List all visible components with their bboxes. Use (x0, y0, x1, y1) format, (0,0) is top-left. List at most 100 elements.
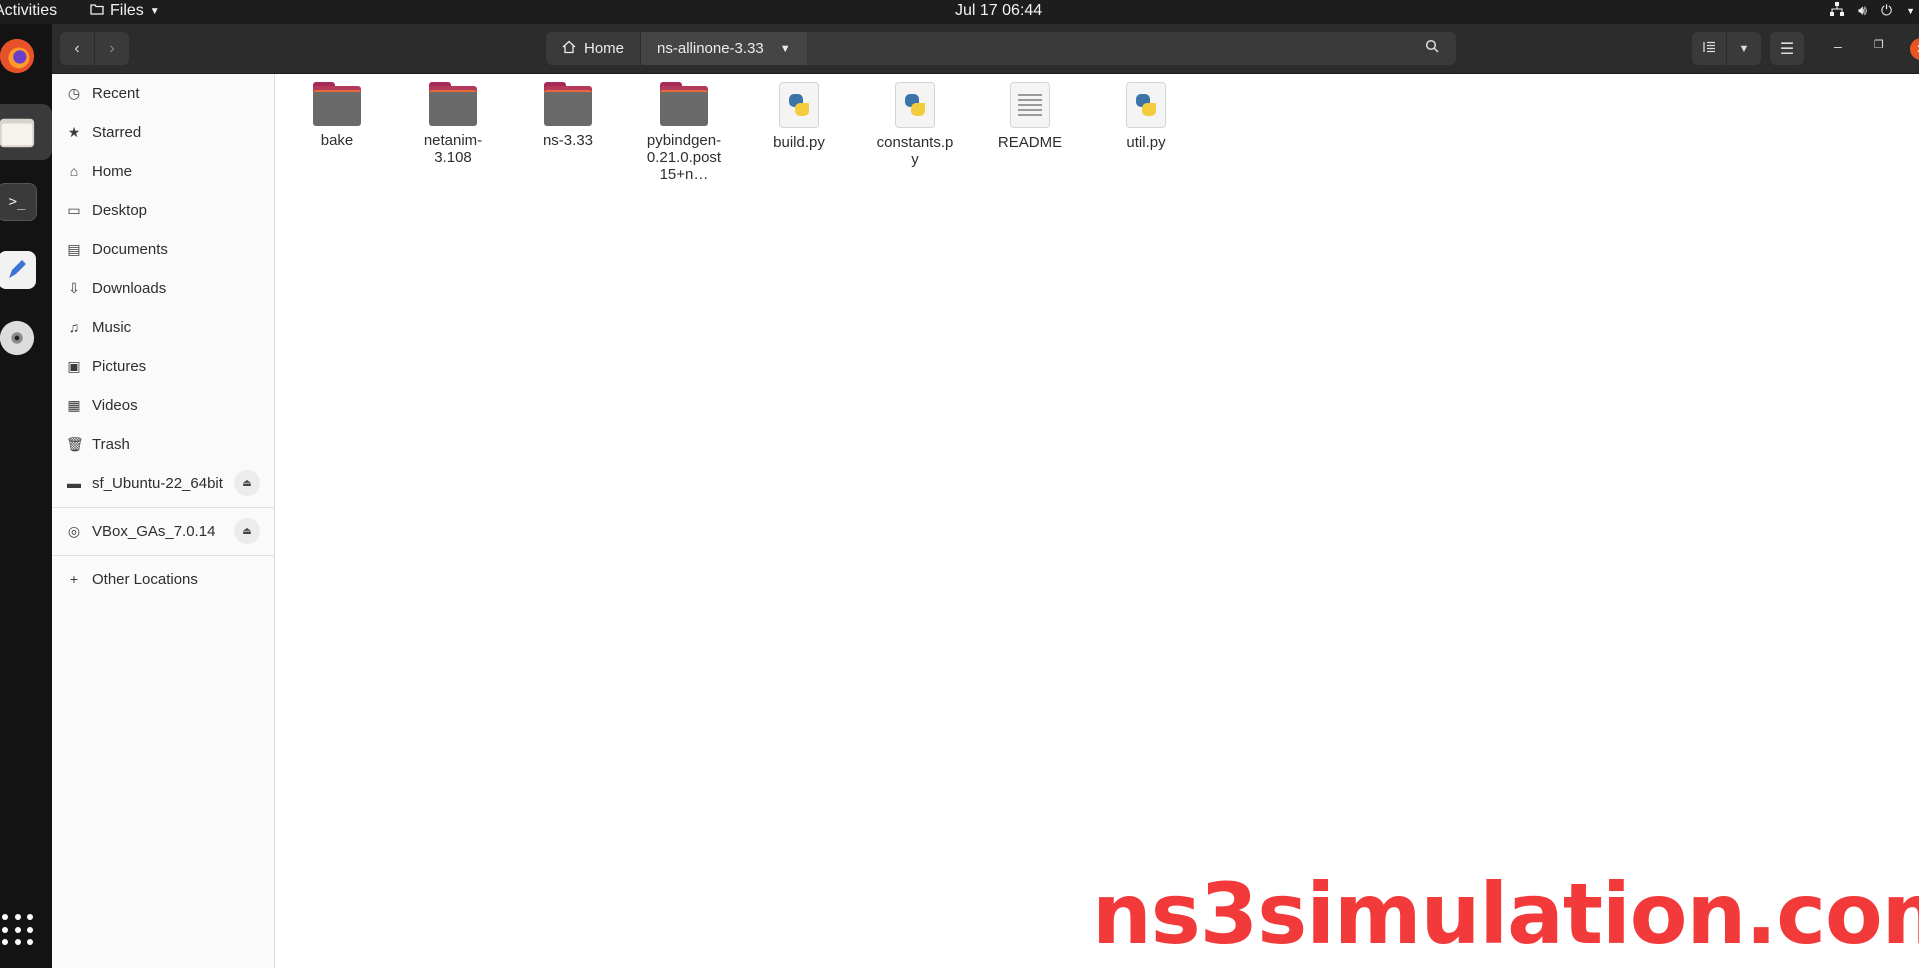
dock-files[interactable] (0, 104, 52, 160)
eject-button[interactable]: ⏏ (234, 518, 260, 544)
folder-icon (429, 82, 477, 126)
drive-icon: ▬ (67, 475, 81, 491)
list-view-icon (1702, 40, 1716, 58)
app-menu[interactable]: Files ▼ (90, 2, 160, 20)
sidebar-item-label: Starred (92, 123, 142, 141)
document-icon: ▤ (67, 240, 81, 257)
sidebar-item-label: Pictures (92, 357, 147, 375)
desktop-icon: ▭ (67, 201, 81, 218)
sidebar-item-label: sf_Ubuntu-22_64bit (92, 474, 223, 492)
watermark: ns3simulation.com (1092, 865, 1919, 963)
python-file-icon (779, 82, 819, 128)
sidebar-item-documents[interactable]: ▤ Documents (52, 230, 274, 268)
eject-button[interactable]: ⏏ (234, 470, 260, 496)
clock[interactable]: Jul 17 06:44 (955, 2, 1042, 20)
sidebar-item-home[interactable]: ⌂ Home (52, 152, 274, 190)
back-button[interactable]: ‹ (60, 32, 94, 65)
search-icon (1425, 39, 1439, 58)
breadcrumb-label: Home (584, 40, 625, 57)
video-icon: ▦ (67, 396, 81, 413)
sidebar-item-label: Trash (92, 435, 130, 453)
picture-icon: ▣ (67, 357, 81, 374)
file-name: ns-3.33 (542, 132, 594, 149)
file-item[interactable]: bake (287, 82, 387, 149)
file-item[interactable]: util.py (1096, 82, 1196, 151)
home-icon (562, 40, 576, 58)
file-item[interactable]: pybindgen-0.21.0.post15+n… (634, 82, 734, 183)
power-icon[interactable]: ⏻ (1881, 2, 1892, 19)
minimize-button[interactable]: – (1834, 38, 1842, 54)
network-icon[interactable] (1830, 2, 1845, 19)
star-icon: ★ (67, 123, 81, 140)
sidebar-item-desktop[interactable]: ▭ Desktop (52, 191, 274, 229)
file-name: README (997, 134, 1063, 151)
sidebar-item-label: Recent (92, 84, 140, 102)
chevron-down-icon: ▼ (149, 5, 160, 17)
disc-icon (0, 319, 36, 357)
close-button[interactable]: ✕ (1910, 38, 1919, 60)
file-name: bake (320, 132, 354, 149)
sidebar-item-videos[interactable]: ▦ Videos (52, 386, 274, 424)
app-menu-label: Files (110, 2, 144, 19)
sidebar-item-label: Desktop (92, 201, 148, 219)
sidebar-item-label: Downloads (92, 279, 167, 297)
file-item[interactable]: netanim-3.108 (403, 82, 503, 166)
firefox-icon (0, 37, 36, 75)
folder-icon (544, 82, 592, 126)
text-editor-icon (0, 251, 36, 289)
sidebar: ◷ Recent ★ Starred ⌂ Home ▭ Desktop ▤ Do… (52, 74, 275, 968)
activities-button[interactable]: Activities (0, 2, 57, 20)
hamburger-icon: ☰ (1779, 40, 1795, 58)
main-menu-button[interactable]: ☰ (1770, 32, 1804, 65)
folder-icon (660, 82, 708, 126)
sidebar-item-other-locations[interactable]: + Other Locations (52, 560, 274, 598)
dock: >_ (0, 24, 52, 968)
volume-icon[interactable]: 🔊︎ (1858, 2, 1867, 19)
terminal-icon: >_ (0, 183, 37, 221)
sidebar-item-label: Home (92, 162, 133, 180)
sidebar-item-drive[interactable]: ▬ sf_Ubuntu-22_64bit ⏏ (52, 464, 274, 502)
chevron-down-icon[interactable]: ▼ (1906, 6, 1915, 16)
text-file-icon (1010, 82, 1050, 128)
breadcrumb-label: ns-allinone-3.33 (657, 40, 764, 57)
sidebar-item-downloads[interactable]: ⇩ Downloads (52, 269, 274, 307)
dock-firefox[interactable] (0, 28, 52, 84)
sidebar-item-label: Other Locations (92, 570, 198, 588)
search-button[interactable] (1415, 32, 1449, 65)
path-bar[interactable]: Home ns-allinone-3.33 ▼ (546, 32, 1456, 65)
sidebar-item-label: Documents (92, 240, 168, 258)
file-view[interactable]: bake netanim-3.108 ns-3.33 pybindgen-0.2… (276, 74, 1919, 968)
show-apps-button[interactable] (2, 914, 36, 948)
trash-icon: 🗑︎ (66, 435, 84, 452)
sidebar-divider (52, 555, 274, 556)
sidebar-item-starred[interactable]: ★ Starred (52, 113, 274, 151)
forward-button[interactable]: › (95, 32, 129, 65)
file-item[interactable]: constants.py (865, 82, 965, 168)
breadcrumb-home[interactable]: Home (546, 32, 642, 65)
view-options-button[interactable]: ▼ (1727, 32, 1761, 65)
file-name: util.py (1126, 134, 1166, 151)
file-name: build.py (773, 134, 825, 151)
file-item[interactable]: ns-3.33 (518, 82, 618, 149)
header-bar: ‹ › Home ns-allinone-3.33 ▼ ▼ ☰ – ❐ ✕ (52, 24, 1919, 74)
sidebar-item-pictures[interactable]: ▣ Pictures (52, 347, 274, 385)
plus-icon: + (69, 571, 79, 587)
view-list-button[interactable] (1692, 32, 1726, 65)
system-tray[interactable]: 🔊︎ ⏻ ▼ (1830, 2, 1919, 19)
dock-terminal[interactable]: >_ (0, 174, 52, 230)
maximize-button[interactable]: ❐ (1874, 38, 1884, 51)
dock-text-editor[interactable] (0, 242, 52, 298)
sidebar-item-recent[interactable]: ◷ Recent (52, 74, 274, 112)
sidebar-item-music[interactable]: ♫ Music (52, 308, 274, 346)
file-item[interactable]: README (980, 82, 1080, 151)
sidebar-item-vbox[interactable]: ◎ VBox_GAs_7.0.14 ⏏ (52, 512, 274, 550)
sidebar-item-trash[interactable]: 🗑︎ Trash (52, 425, 274, 463)
file-item[interactable]: build.py (749, 82, 849, 151)
breadcrumb-current[interactable]: ns-allinone-3.33 ▼ (641, 32, 807, 65)
top-bar: Activities Files ▼ Jul 17 06:44 🔊︎ ⏻ ▼ (0, 0, 1919, 24)
sidebar-divider (52, 507, 274, 508)
eject-icon: ⏏ (242, 525, 252, 537)
disc-icon: ◎ (67, 522, 81, 539)
chevron-down-icon[interactable]: ▼ (780, 43, 791, 55)
dock-disc[interactable] (0, 310, 52, 366)
